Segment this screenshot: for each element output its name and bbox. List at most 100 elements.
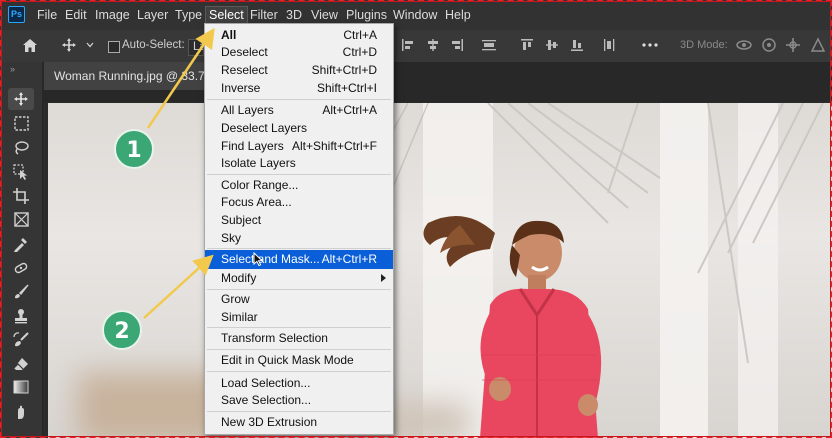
menu-item-color-range[interactable]: Color Range... (205, 176, 393, 194)
menu-item-reselect[interactable]: Reselect Shift+Ctrl+D (205, 61, 393, 79)
menu-item-shortcut: Shift+Ctrl+I (316, 81, 377, 95)
photoshop-logo[interactable]: Ps (8, 6, 25, 23)
menu-window[interactable]: Window (393, 8, 437, 22)
menu-view[interactable]: View (311, 8, 338, 22)
menu-select[interactable]: Select (205, 6, 248, 24)
mouse-cursor-icon (253, 252, 263, 266)
menu-item-shortcut: Ctrl+D (342, 45, 377, 59)
auto-select-dropdown[interactable]: La (188, 39, 204, 56)
menu-item-label: Sky (221, 231, 242, 245)
ellipsis-icon[interactable] (642, 43, 658, 47)
menu-item-sky[interactable]: Sky (205, 229, 393, 247)
menu-item-shortcut: Shift+Ctrl+D (311, 63, 377, 77)
menu-item-label: Modify (221, 271, 257, 285)
menu-3d[interactable]: 3D (286, 8, 302, 22)
crop-tool-icon[interactable] (11, 188, 31, 206)
menu-item-quick-mask[interactable]: Edit in Quick Mask Mode (205, 351, 393, 369)
stamp-tool-icon[interactable] (11, 308, 31, 326)
menu-layer[interactable]: Layer (137, 8, 168, 22)
pan-3d-icon[interactable] (785, 37, 801, 53)
menu-item-new-3d-extrusion[interactable]: New 3D Extrusion (205, 413, 393, 431)
menu-type[interactable]: Type (175, 8, 202, 22)
options-bar: Auto-Select: La 3D Mode: (0, 30, 832, 63)
menu-separator (207, 349, 391, 350)
lasso-tool-icon[interactable] (11, 140, 31, 158)
menu-item-all-layers[interactable]: All Layers Alt+Ctrl+A (205, 101, 393, 119)
brush-tool-icon[interactable] (11, 284, 31, 302)
menu-item-focus-area[interactable]: Focus Area... (205, 193, 393, 211)
orbit-3d-icon[interactable] (735, 37, 753, 53)
menu-item-grow[interactable]: Grow (205, 290, 393, 308)
align-top-icon[interactable] (521, 39, 533, 51)
eraser-tool-icon[interactable] (11, 356, 31, 374)
menu-item-shortcut: Alt+Ctrl+R (321, 252, 377, 266)
align-right-icon[interactable] (451, 39, 463, 51)
menu-item-label: Similar (221, 310, 258, 324)
align-middle-icon[interactable] (546, 39, 558, 51)
move-icon[interactable] (61, 37, 77, 53)
callout-badge-2: 2 (102, 310, 142, 350)
menu-item-label: Transform Selection (221, 331, 328, 345)
history-brush-icon[interactable] (11, 332, 31, 350)
3d-mode-label: 3D Mode: (680, 39, 728, 51)
menu-item-label: Subject (221, 213, 262, 227)
menu-item-label: Save Selection... (221, 393, 312, 407)
callout-badge-1: 1 (114, 129, 154, 169)
tools-panel: » (0, 62, 43, 438)
collapse-panel-icon[interactable]: » (10, 64, 15, 74)
chevron-down-icon[interactable] (86, 42, 94, 48)
menu-file[interactable]: File (37, 8, 57, 22)
frame-tool-icon[interactable] (11, 212, 31, 230)
menu-item-label: Edit in Quick Mask Mode (221, 353, 354, 367)
object-select-tool-icon[interactable] (11, 164, 31, 182)
menu-plugins[interactable]: Plugins (346, 8, 387, 22)
marquee-tool-icon[interactable] (11, 116, 31, 134)
menu-bar: Ps File Edit Image Layer Type Select Fil… (0, 0, 832, 30)
menu-edit[interactable]: Edit (65, 8, 87, 22)
menu-item-label: Deselect (221, 45, 268, 59)
menu-item-deselect[interactable]: Deselect Ctrl+D (205, 43, 393, 61)
auto-select-checkbox[interactable] (108, 41, 120, 53)
menu-filter[interactable]: Filter (250, 8, 278, 22)
menu-help[interactable]: Help (445, 8, 471, 22)
distribute-vertical-icon[interactable] (603, 39, 615, 51)
roll-3d-icon[interactable] (761, 37, 777, 53)
align-center-icon[interactable] (427, 39, 439, 51)
menu-item-find-layers[interactable]: Find Layers Alt+Shift+Ctrl+F (205, 137, 393, 155)
submenu-arrow-icon (381, 274, 386, 282)
menu-item-label: Select and Mask... (221, 252, 320, 266)
menu-item-modify[interactable]: Modify (205, 269, 393, 287)
menu-separator (207, 411, 391, 412)
eyedropper-tool-icon[interactable] (11, 236, 31, 254)
move-tool-icon[interactable] (8, 88, 34, 110)
menu-item-transform-selection[interactable]: Transform Selection (205, 329, 393, 347)
distribute-icon[interactable] (482, 39, 496, 51)
running-woman-photo (423, 215, 602, 438)
menu-item-isolate-layers[interactable]: Isolate Layers (205, 154, 393, 172)
menu-item-similar[interactable]: Similar (205, 308, 393, 326)
menu-item-shortcut: Ctrl+A (343, 28, 377, 42)
home-icon[interactable] (22, 38, 38, 53)
menu-item-inverse[interactable]: Inverse Shift+Ctrl+I (205, 79, 393, 97)
menu-image[interactable]: Image (95, 8, 130, 22)
healing-brush-icon[interactable] (11, 260, 31, 278)
menu-separator (207, 174, 391, 175)
menu-separator (207, 371, 391, 372)
menu-item-label: Find Layers (221, 139, 284, 153)
align-left-icon[interactable] (402, 39, 414, 51)
menu-separator (207, 327, 391, 328)
gradient-tool-icon[interactable] (11, 380, 31, 398)
align-bottom-icon[interactable] (571, 39, 583, 51)
menu-item-save-selection[interactable]: Save Selection... (205, 391, 393, 409)
menu-item-deselect-layers[interactable]: Deselect Layers (205, 119, 393, 137)
menu-item-label: New 3D Extrusion (221, 415, 318, 429)
menu-item-load-selection[interactable]: Load Selection... (205, 374, 393, 392)
menu-item-label: Load Selection... (221, 376, 311, 390)
smudge-tool-icon[interactable] (11, 404, 31, 422)
slide-3d-icon[interactable] (810, 37, 826, 53)
menu-item-label: Color Range... (221, 178, 299, 192)
menu-item-subject[interactable]: Subject (205, 211, 393, 229)
menu-item-all[interactable]: All Ctrl+A (205, 26, 393, 44)
menu-item-select-and-mask[interactable]: Select and Mask... Alt+Ctrl+R (205, 250, 393, 269)
menu-item-label: Reselect (221, 63, 268, 77)
